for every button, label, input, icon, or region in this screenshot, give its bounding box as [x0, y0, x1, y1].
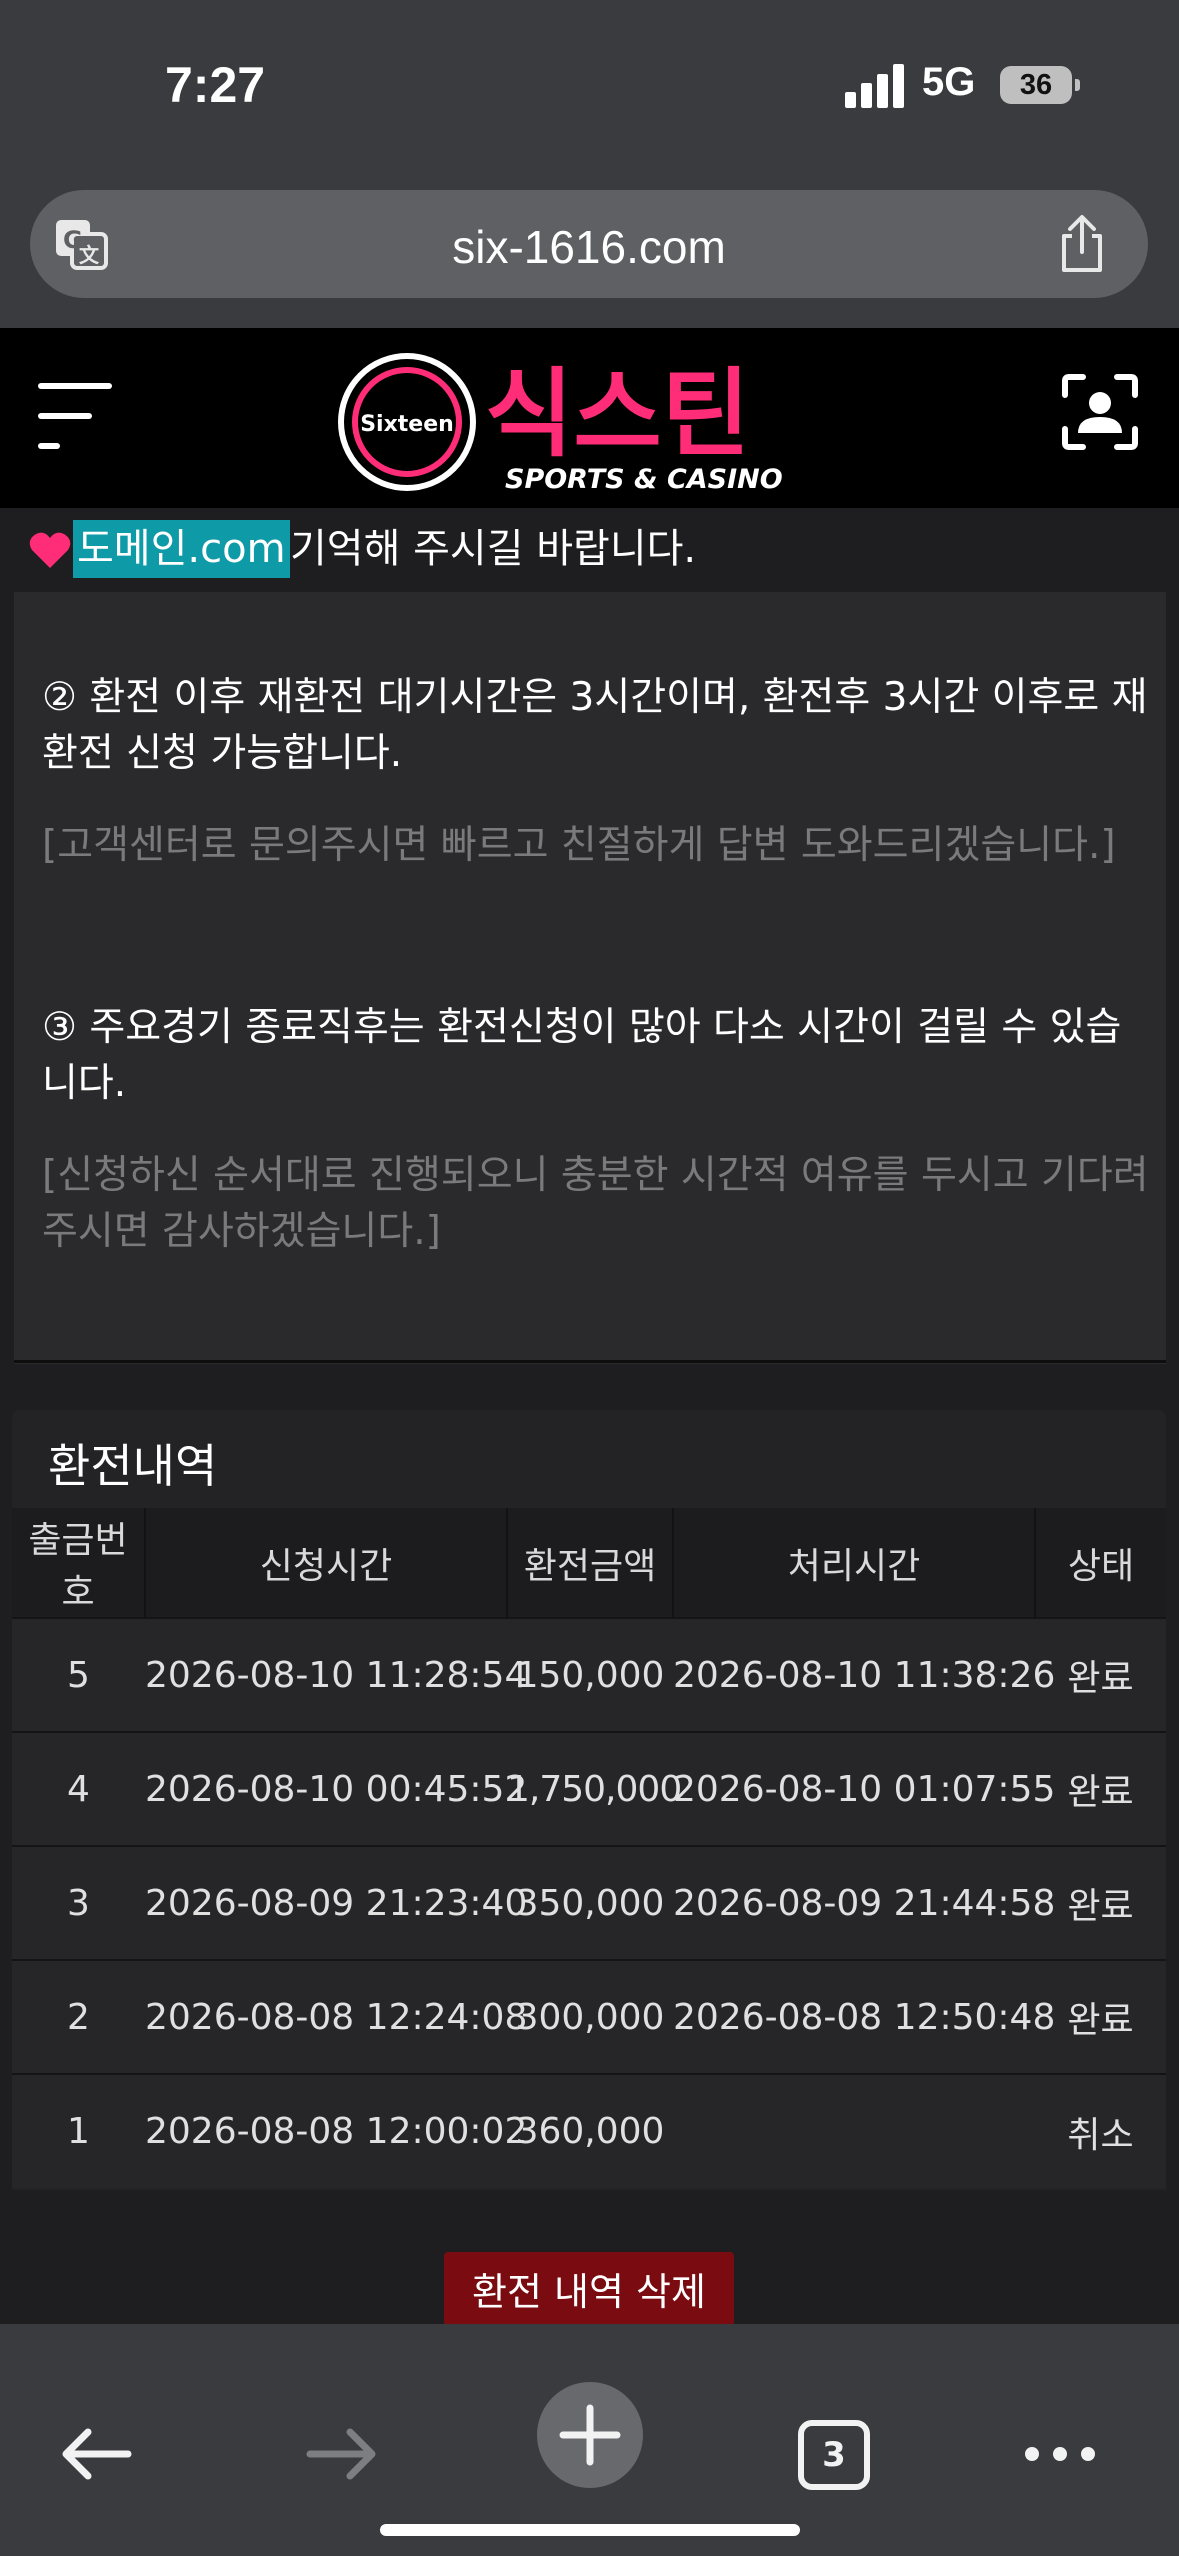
cell-amount: 1,750,000	[507, 1731, 682, 1846]
tab-count-icon[interactable]: 3	[798, 2420, 870, 2490]
cell-request-time: 2026-08-10 00:45:52	[145, 1731, 527, 1846]
table-row: 5 2026-08-10 11:28:54 150,000 2026-08-10…	[12, 1617, 1166, 1732]
cell-no: 1	[12, 2073, 145, 2188]
table-row: 4 2026-08-10 00:45:52 1,750,000 2026-08-…	[12, 1731, 1166, 1846]
cell-process-time: 2026-08-09 21:44:58	[673, 1845, 1055, 1960]
signal-icon	[845, 62, 905, 108]
notice-item-3-sub: [신청하신 순서대로 진행되오니 충분한 시간적 여유를 두시고 기다려 주시면…	[42, 1153, 1149, 1254]
site-logo[interactable]: Sixteen 식스틴 SPORTS & CASINO	[335, 352, 845, 492]
url-field[interactable]: G 文 six-1616.com	[30, 190, 1148, 298]
domain-notice: 도메인.com 기억해 주시길 바랍니다.	[0, 508, 1179, 588]
forward-arrow-icon[interactable]	[302, 2424, 382, 2484]
col-header-request-time: 신청시간	[144, 1508, 507, 1618]
domain-highlight: 도메인.com	[73, 520, 290, 578]
divider	[14, 1360, 1166, 1363]
delete-history-button[interactable]: 환전 내역 삭제	[444, 2252, 734, 2326]
heart-icon	[29, 532, 71, 568]
cell-process-time	[673, 2073, 1035, 2188]
domain-notice-text: 기억해 주시길 바랍니다.	[290, 526, 697, 572]
cell-request-time: 2026-08-08 12:24:08	[145, 1959, 527, 2074]
table-row: 2 2026-08-08 12:24:08 300,000 2026-08-08…	[12, 1959, 1166, 2074]
back-arrow-icon[interactable]	[56, 2424, 136, 2484]
cell-process-time: 2026-08-08 12:50:48	[673, 1959, 1055, 2074]
hamburger-menu-icon[interactable]	[38, 383, 116, 449]
more-menu-icon[interactable]	[1020, 2442, 1100, 2466]
col-header-process-time: 처리시간	[672, 1508, 1035, 1618]
cell-request-time: 2026-08-10 11:28:54	[145, 1617, 527, 1732]
col-header-no: 출금번호	[12, 1508, 145, 1618]
notice-item-2: ② 환전 이후 재환전 대기시간은 3시간이며, 환전후 3시간 이후로 재환전…	[42, 675, 1148, 776]
table-row: 1 2026-08-08 12:00:02 360,000 취소	[12, 2073, 1166, 2188]
cell-amount: 350,000	[507, 1845, 673, 1960]
cell-status: 취소	[1035, 2073, 1166, 2188]
new-tab-plus-icon[interactable]	[535, 2380, 645, 2490]
battery-icon: 36	[1000, 66, 1080, 104]
status-bar: 7:27 5G 36	[0, 0, 1179, 170]
home-indicator	[380, 2524, 800, 2536]
notice-item-3: ③ 주요경기 종료직후는 환전신청이 많아 다소 시간이 걸릴 수 있습니다.	[42, 1005, 1122, 1106]
col-header-amount: 환전금액	[506, 1508, 673, 1618]
logo-sub-text: SPORTS & CASINO	[505, 464, 783, 492]
table-row: 3 2026-08-09 21:23:40 350,000 2026-08-09…	[12, 1845, 1166, 1960]
cell-process-time: 2026-08-10 01:07:55	[673, 1731, 1055, 1846]
site-header: Sixteen 식스틴 SPORTS & CASINO	[0, 328, 1179, 508]
col-header-status: 상태	[1034, 1508, 1166, 1618]
withdrawal-history-panel: 환전내역 출금번호 신청시간 환전금액 처리시간 상태 5 2026-08-10…	[12, 1410, 1166, 2190]
notice-item-2-sub: [고객센터로 문의주시면 빠르고 친절하게 답변 도와드리겠습니다.]	[42, 823, 1116, 868]
cell-request-time: 2026-08-09 21:23:40	[145, 1845, 527, 1960]
history-table: 출금번호 신청시간 환전금액 처리시간 상태 5 2026-08-10 11:2…	[12, 1508, 1166, 2188]
clock: 7:27	[165, 57, 266, 113]
history-title: 환전내역	[48, 1439, 218, 1493]
cell-request-time: 2026-08-08 12:00:02	[145, 2073, 527, 2188]
table-header-row: 출금번호 신청시간 환전금액 처리시간 상태	[12, 1508, 1166, 1618]
cell-process-time: 2026-08-10 11:38:26	[673, 1617, 1055, 1732]
browser-address-bar: G 文 six-1616.com	[0, 170, 1179, 328]
url-text: six-1616.com	[452, 221, 726, 273]
withdrawal-notice-panel: ② 환전 이후 재환전 대기시간은 3시간이며, 환전후 3시간 이후로 재환전…	[14, 592, 1166, 1364]
share-icon[interactable]	[1056, 214, 1108, 274]
cell-amount: 150,000	[507, 1617, 673, 1732]
network-type: 5G	[922, 60, 976, 104]
browser-toolbar: 3	[0, 2324, 1179, 2556]
logo-badge-text: Sixteen	[360, 412, 454, 437]
user-scan-icon[interactable]	[1061, 373, 1139, 451]
cell-no: 2	[12, 1959, 145, 2074]
cell-amount: 360,000	[507, 2073, 673, 2188]
cell-no: 5	[12, 1617, 145, 1732]
logo-title-text: 식스틴	[485, 358, 750, 470]
cell-no: 3	[12, 1845, 145, 1960]
cell-no: 4	[12, 1731, 145, 1846]
cell-amount: 300,000	[507, 1959, 673, 2074]
